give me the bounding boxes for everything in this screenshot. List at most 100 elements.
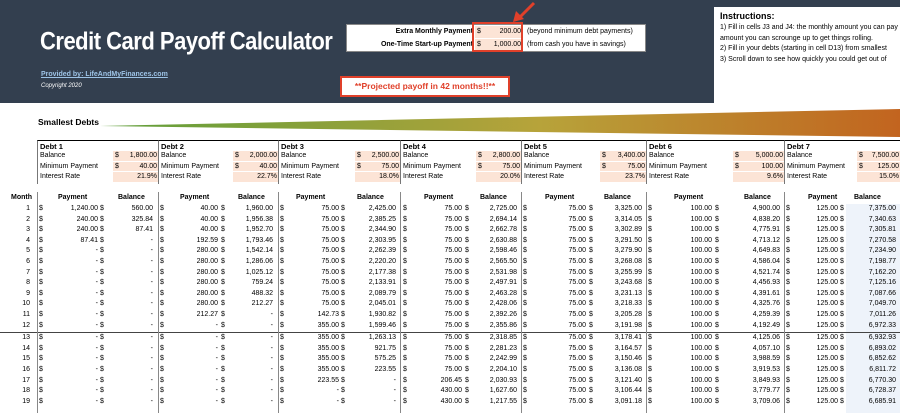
debt-rate-input[interactable]: 23.7% bbox=[600, 172, 647, 182]
debt-balance-input[interactable]: $2,500.00 bbox=[355, 151, 401, 161]
debt-minimum-input[interactable]: $75.00 bbox=[600, 161, 647, 172]
payment-cell: 280.00 bbox=[196, 268, 218, 276]
balance-header: Balance bbox=[118, 194, 145, 201]
debt-balance-input[interactable]: $5,000.00 bbox=[733, 151, 785, 161]
debt-minimum-label: Minimum Payment bbox=[161, 162, 219, 170]
payment-cell: - bbox=[95, 334, 98, 342]
currency-symbol: $ bbox=[280, 300, 284, 308]
debt-balance-value: 2,500.00 bbox=[371, 152, 399, 159]
debt-minimum-input[interactable]: $125.00 bbox=[857, 161, 900, 172]
highlight-box bbox=[472, 22, 523, 52]
debt-rate-input[interactable]: 9.6% bbox=[733, 172, 785, 182]
currency-symbol: $ bbox=[602, 152, 606, 159]
debt-rate-label: Interest Rate bbox=[649, 173, 690, 181]
currency-symbol: $ bbox=[715, 226, 719, 234]
debt-rate-input[interactable]: 21.9% bbox=[113, 172, 159, 182]
debt-balance-label: Balance bbox=[403, 152, 429, 159]
month-cell: 1 bbox=[26, 205, 30, 212]
debt-balance-value: 2,800.00 bbox=[492, 152, 520, 159]
payment-cell: 100.00 bbox=[690, 268, 712, 276]
payment-cell: 355.00 bbox=[317, 321, 339, 329]
currency-symbol: $ bbox=[648, 355, 652, 363]
month-header: Month bbox=[11, 194, 32, 201]
balance-cell: 2,133.91 bbox=[368, 279, 396, 287]
debt-balance-input[interactable]: $1,800.00 bbox=[113, 151, 159, 161]
month-cell: 5 bbox=[26, 247, 30, 255]
payoff-schedule: 1 $1,240.00 $560.00 $40.00 $1,960.00 $75.00 $2… bbox=[0, 204, 900, 413]
payment-cell: 280.00 bbox=[196, 289, 218, 297]
payment-cell: - bbox=[215, 387, 218, 395]
debt-minimum-input[interactable]: $75.00 bbox=[476, 161, 522, 172]
currency-symbol: $ bbox=[403, 215, 407, 223]
currency-symbol: $ bbox=[523, 236, 527, 244]
provided-by-link[interactable]: Provided by: LifeAndMyFinances.com bbox=[41, 71, 168, 78]
debt-balance-input[interactable]: $3,400.00 bbox=[600, 151, 647, 161]
debt-block: Debt 1 Balance $1,800.00 Minimum Payment $40… bbox=[37, 140, 159, 184]
payment-cell: - bbox=[215, 334, 218, 342]
currency-symbol: $ bbox=[648, 344, 652, 352]
balance-cell: 2,565.50 bbox=[489, 258, 517, 265]
debt-name[interactable]: Debt 7 bbox=[787, 142, 810, 151]
debt-name[interactable]: Debt 1 bbox=[40, 142, 63, 151]
table-row: 5 $ - $ - $280.00 $1,542.14 $75.00 $2,262.39 $75.… bbox=[0, 246, 900, 256]
projected-payoff-banner: **Projected payoff in 42 months!!** bbox=[340, 76, 510, 97]
currency-symbol: $ bbox=[840, 268, 844, 276]
payment-cell: 125.00 bbox=[816, 258, 838, 265]
payment-cell: 125.00 bbox=[816, 205, 838, 212]
table-row: 11 $ - $ - $212.27 $ - $142.73 $1,930.82 $75.00 $2,… bbox=[0, 310, 900, 320]
debt-balance-input[interactable]: $7,500.00 bbox=[857, 151, 900, 161]
debt-name[interactable]: Debt 3 bbox=[281, 142, 304, 151]
currency-symbol: $ bbox=[341, 387, 345, 395]
debt-minimum-input[interactable]: $40.00 bbox=[233, 161, 279, 172]
currency-symbol: $ bbox=[39, 226, 43, 234]
balance-cell: 2,463.28 bbox=[489, 289, 517, 297]
debt-name[interactable]: Debt 4 bbox=[403, 142, 426, 151]
debt-rate-input[interactable]: 20.0% bbox=[476, 172, 522, 182]
balance-cell: 6,728.37 bbox=[868, 387, 896, 395]
balance-cell: 3,302.89 bbox=[614, 226, 642, 234]
debt-name[interactable]: Debt 2 bbox=[161, 142, 184, 151]
payment-cell: 355.00 bbox=[317, 366, 339, 373]
debt-rate-input[interactable]: 22.7% bbox=[233, 172, 279, 182]
debt-balance-input[interactable]: $2,800.00 bbox=[476, 151, 522, 161]
debt-name[interactable]: Debt 6 bbox=[649, 142, 672, 151]
currency-symbol: $ bbox=[403, 344, 407, 352]
debt-name[interactable]: Debt 5 bbox=[524, 142, 547, 151]
currency-symbol: $ bbox=[341, 321, 345, 329]
currency-symbol: $ bbox=[478, 152, 482, 159]
balance-cell: 3,255.99 bbox=[614, 268, 642, 276]
currency-symbol: $ bbox=[648, 205, 652, 212]
currency-symbol: $ bbox=[341, 215, 345, 223]
debt-rate-input[interactable]: 15.0% bbox=[857, 172, 900, 182]
payment-cell: 75.00 bbox=[321, 258, 339, 265]
debt-minimum-input[interactable]: $100.00 bbox=[733, 161, 785, 172]
currency-symbol: $ bbox=[280, 247, 284, 255]
debt-minimum-input[interactable]: $40.00 bbox=[113, 161, 159, 172]
header-panel: Credit Card Payoff Calculator Provided b… bbox=[0, 0, 900, 103]
payment-cell: 75.00 bbox=[444, 247, 462, 255]
balance-cell: 6,770.30 bbox=[868, 376, 896, 384]
currency-symbol: $ bbox=[39, 236, 43, 244]
debt-minimum-input[interactable]: $75.00 bbox=[355, 161, 401, 172]
extra-monthly-note: (beyond minimum debt payments) bbox=[527, 28, 633, 35]
debt-block: Debt 6 Balance $5,000.00 Minimum Payment $10… bbox=[646, 140, 785, 184]
debt-balance-input[interactable]: $2,000.00 bbox=[233, 151, 279, 161]
currency-symbol: $ bbox=[840, 366, 844, 373]
currency-symbol: $ bbox=[648, 300, 652, 308]
currency-symbol: $ bbox=[160, 344, 164, 352]
currency-symbol: $ bbox=[280, 279, 284, 287]
payment-cell: 100.00 bbox=[690, 236, 712, 244]
balance-cell: 3,988.59 bbox=[752, 355, 780, 363]
payment-cell: 280.00 bbox=[196, 279, 218, 287]
balance-cell: 4,192.49 bbox=[752, 321, 780, 329]
currency-symbol: $ bbox=[840, 311, 844, 318]
balance-cell: 759.24 bbox=[251, 279, 273, 287]
payment-cell: - bbox=[336, 397, 339, 405]
table-row: 9 $ - $ - $280.00 $488.32 $75.00 $2,089.79 $75.00… bbox=[0, 289, 900, 299]
payment-cell: 100.00 bbox=[690, 321, 712, 329]
debt-rate-input[interactable]: 18.0% bbox=[355, 172, 401, 182]
payment-cell: - bbox=[95, 247, 98, 255]
payment-cell: 212.27 bbox=[196, 311, 218, 318]
balance-cell: 3,231.13 bbox=[614, 289, 642, 297]
payment-cell: 75.00 bbox=[568, 355, 586, 363]
